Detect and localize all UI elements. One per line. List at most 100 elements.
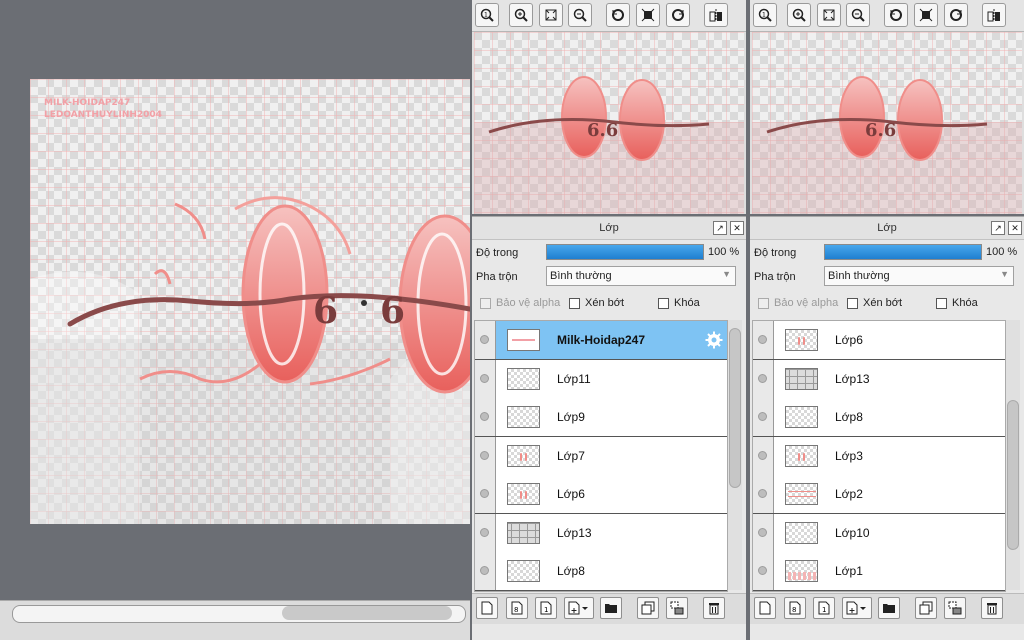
- lock-checkbox[interactable]: [936, 298, 947, 309]
- layer-row[interactable]: Lớp2: [753, 475, 1005, 514]
- layer-row[interactable]: Lớp8: [475, 552, 727, 591]
- layer-visibility-toggle[interactable]: [753, 475, 774, 513]
- new-layer-1bit-icon[interactable]: 1: [813, 597, 835, 619]
- zoom-fit-icon[interactable]: 1: [475, 3, 499, 27]
- zoom-in-icon[interactable]: [787, 3, 811, 27]
- close-icon[interactable]: ✕: [730, 221, 744, 235]
- layer-row[interactable]: Lớp10: [753, 513, 1005, 553]
- chevron-down-icon: ▼: [1000, 269, 1009, 279]
- folder-icon[interactable]: [878, 597, 900, 619]
- layer-row[interactable]: Lớp13: [475, 513, 727, 553]
- close-icon[interactable]: ✕: [1008, 221, 1022, 235]
- layer-row[interactable]: Lớp7: [475, 436, 727, 476]
- fit-screen-icon[interactable]: [817, 3, 841, 27]
- layer-row[interactable]: Milk-Hoidap247: [475, 321, 727, 360]
- layer-row[interactable]: Lớp3: [753, 436, 1005, 476]
- layer-visibility-toggle[interactable]: [475, 321, 496, 359]
- layer-visibility-toggle[interactable]: [475, 436, 496, 475]
- rotate-right-icon[interactable]: [944, 3, 968, 27]
- opacity-slider[interactable]: [546, 244, 704, 260]
- reset-rotation-icon[interactable]: [636, 3, 660, 27]
- new-vector-layer-icon[interactable]: 8: [784, 597, 806, 619]
- duplicate-layer-icon[interactable]: [637, 597, 659, 619]
- rotate-left-icon[interactable]: [606, 3, 630, 27]
- layer-thumbnail: [507, 367, 540, 390]
- blend-mode-select[interactable]: Bình thường ▼: [546, 266, 736, 286]
- new-layer-1bit-icon[interactable]: 1: [535, 597, 557, 619]
- layer-visibility-toggle[interactable]: [753, 552, 774, 590]
- layer-row[interactable]: Lớp6: [753, 321, 1005, 360]
- layer-visibility-toggle[interactable]: [753, 436, 774, 475]
- rotate-left-icon[interactable]: [884, 3, 908, 27]
- reset-rotation-icon[interactable]: [914, 3, 938, 27]
- protect-alpha-label: Bảo vệ alpha: [496, 297, 561, 309]
- navigator-preview[interactable]: 6.6: [474, 32, 744, 214]
- layer-visibility-toggle[interactable]: [475, 359, 496, 398]
- opacity-slider[interactable]: [824, 244, 982, 260]
- layer-visibility-toggle[interactable]: [753, 398, 774, 436]
- zoom-in-icon[interactable]: [509, 3, 533, 27]
- layer-row[interactable]: Lớp9: [475, 398, 727, 437]
- layer-visibility-toggle[interactable]: [475, 513, 496, 552]
- popout-icon[interactable]: ↗: [991, 221, 1005, 235]
- layer-visibility-toggle[interactable]: [475, 398, 496, 436]
- fit-screen-icon[interactable]: [539, 3, 563, 27]
- duplicate-layer-icon[interactable]: [915, 597, 937, 619]
- rotate-right-icon[interactable]: [666, 3, 690, 27]
- layer-visibility-toggle[interactable]: [475, 475, 496, 513]
- merge-down-icon[interactable]: [944, 597, 966, 619]
- layer-row[interactable]: Lớp6: [475, 475, 727, 514]
- scrollbar-thumb[interactable]: [282, 606, 452, 620]
- delete-layer-icon[interactable]: [981, 597, 1003, 619]
- add-layer-dropdown-icon[interactable]: [842, 597, 872, 619]
- new-layer-icon[interactable]: [476, 597, 498, 619]
- layer-name: Lớp8: [835, 410, 863, 424]
- add-layer-dropdown-icon[interactable]: [564, 597, 594, 619]
- popout-icon[interactable]: ↗: [713, 221, 727, 235]
- layer-list-scrollbar[interactable]: [728, 320, 742, 590]
- new-vector-layer-icon[interactable]: 8: [506, 597, 528, 619]
- horizontal-scrollbar[interactable]: [0, 600, 470, 640]
- layer-list: Milk-Hoidap247 Lớp11 Lớp9 Lớp7 Lớp6 Lớp13 Lớp8: [474, 320, 728, 592]
- clip-label: Xén bớt: [585, 297, 625, 309]
- layer-visibility-toggle[interactable]: [753, 513, 774, 552]
- svg-text:1: 1: [484, 12, 488, 19]
- folder-icon[interactable]: [600, 597, 622, 619]
- layer-thumbnail: [785, 483, 818, 505]
- lock-checkbox[interactable]: [658, 298, 669, 309]
- visibility-dot-icon: [480, 412, 489, 421]
- layer-settings-gear-icon[interactable]: [705, 331, 723, 349]
- zoom-fit-icon[interactable]: 1: [753, 3, 777, 27]
- navigator-panel-right: 1 6.6: [750, 0, 1024, 214]
- layer-visibility-toggle[interactable]: [753, 359, 774, 398]
- canvas-area[interactable]: 6 6 MILK-HOIDAP247 LEDOANTHUYLINH2004: [0, 0, 470, 600]
- visibility-dot-icon: [758, 527, 767, 537]
- delete-layer-icon[interactable]: [703, 597, 725, 619]
- zoom-out-icon[interactable]: [568, 3, 592, 27]
- layer-visibility-toggle[interactable]: [753, 321, 774, 359]
- flip-icon[interactable]: [982, 3, 1006, 27]
- navigator-preview[interactable]: 6.6: [752, 32, 1022, 214]
- new-layer-icon[interactable]: [754, 597, 776, 619]
- clip-checkbox[interactable]: [569, 298, 580, 309]
- blend-mode-select[interactable]: Bình thường ▼: [824, 266, 1014, 286]
- document-canvas[interactable]: 6 6 MILK-HOIDAP247 LEDOANTHUYLINH2004: [30, 79, 470, 524]
- protect-alpha-checkbox[interactable]: [758, 298, 769, 309]
- scrollbar-thumb[interactable]: [1007, 400, 1019, 550]
- layer-row[interactable]: Lớp13: [753, 359, 1005, 399]
- clip-checkbox[interactable]: [847, 298, 858, 309]
- opacity-value: 100 %: [708, 246, 740, 258]
- zoom-out-icon[interactable]: [846, 3, 870, 27]
- flip-icon[interactable]: [704, 3, 728, 27]
- blend-mode-value: Bình thường: [828, 270, 890, 282]
- layer-row[interactable]: Lớp1: [753, 552, 1005, 591]
- layer-visibility-toggle[interactable]: [475, 552, 496, 590]
- layer-row[interactable]: Lớp11: [475, 359, 727, 399]
- layer-thumbnail: [785, 367, 818, 390]
- layer-name: Lớp1: [835, 564, 863, 578]
- layer-list-scrollbar[interactable]: [1006, 320, 1020, 590]
- merge-down-icon[interactable]: [666, 597, 688, 619]
- layer-row[interactable]: Lớp8: [753, 398, 1005, 437]
- scrollbar-thumb[interactable]: [729, 328, 741, 488]
- protect-alpha-checkbox[interactable]: [480, 298, 491, 309]
